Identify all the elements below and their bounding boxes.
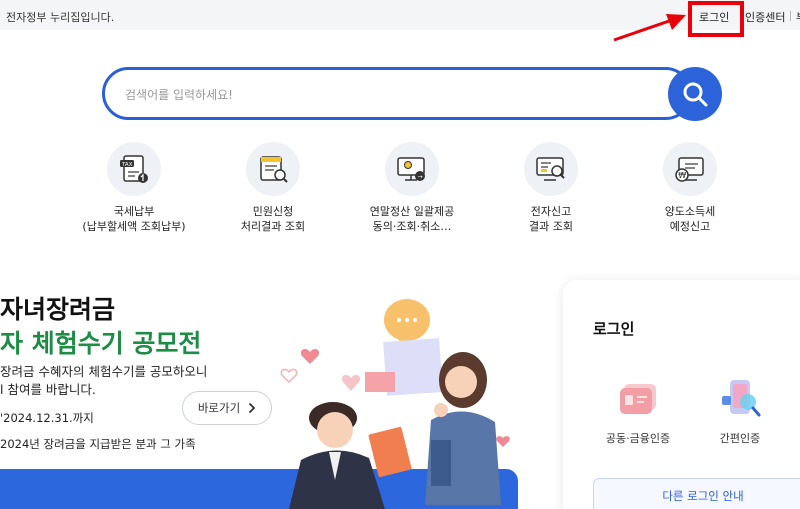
monitor-settlement-icon: → xyxy=(397,157,425,181)
quick-menu-label: 양도소득세 xyxy=(664,205,716,218)
search-box xyxy=(102,67,692,120)
quick-menu-label: 국세납부 xyxy=(113,205,155,218)
login-option-joint-certificate[interactable]: 공동·금융인증 xyxy=(583,378,693,446)
top-cert-center-link[interactable]: 인증센터 xyxy=(745,9,785,25)
quick-menu-tax-payment[interactable]: TAX 국세납부 (납부할세액 조회납부) xyxy=(74,142,194,234)
login-card: 로그인 공동·금융인증 간편인증 다른 로그인 안내 xyxy=(563,280,800,509)
quick-menu-sublabel: (납부할세액 조회납부) xyxy=(82,220,186,233)
quick-menu-label: 연말정산 일괄제공 xyxy=(369,205,455,218)
banner-deadline: '2024.12.31.까지 xyxy=(0,411,94,425)
annotation-arrow-icon xyxy=(613,14,686,42)
gov-banner-text: 전자정부 누리집입니다. xyxy=(6,11,115,24)
quick-menu-year-end-settlement[interactable]: → 연말정산 일괄제공 동의·조회·취소… xyxy=(352,142,472,234)
annotation-highlight-box xyxy=(688,1,744,37)
banner-subtitle: 자 체험수기 공모전 xyxy=(0,329,202,358)
tax-document-icon: TAX xyxy=(120,155,148,183)
svg-text:₩: ₩ xyxy=(678,171,686,180)
other-login-guide-button[interactable]: 다른 로그인 안내 xyxy=(593,478,800,509)
banner-goto-label: 바로가기 xyxy=(197,401,241,415)
quick-menu-capital-gains-tax[interactable]: ₩ 양도소득세 예정신고 xyxy=(630,142,750,234)
banner-description: 장려금 수혜자의 체험수기를 공모하오니 xyxy=(0,364,208,379)
banner-illustration xyxy=(280,299,510,509)
search-input[interactable] xyxy=(125,84,645,106)
banner-description-2: l 참여를 바랍니다. xyxy=(0,382,96,397)
top-menu-more-link[interactable]: 부 xyxy=(796,9,800,25)
heart-icon xyxy=(341,375,361,391)
svg-text:TAX: TAX xyxy=(121,162,133,168)
quick-menu-label: 전자신고 xyxy=(530,205,572,218)
banner-title: 자녀장려금 xyxy=(0,295,116,324)
banner-target: 2024년 장려금을 지급받은 분과 그 가족 xyxy=(0,437,196,451)
chevron-right-icon xyxy=(249,402,256,414)
quick-menu-sublabel: 결과 조회 xyxy=(529,220,573,233)
top-menu-divider xyxy=(790,11,791,21)
heart-icon xyxy=(280,368,298,384)
quick-menu-sublabel: 동의·조회·취소… xyxy=(372,220,452,233)
report-search-icon xyxy=(536,157,565,181)
quick-menu-e-filing-result[interactable]: 전자신고 결과 조회 xyxy=(491,142,611,234)
quick-menu-sublabel: 예정신고 xyxy=(669,220,711,233)
svg-text:→: → xyxy=(418,174,423,181)
certificate-search-icon xyxy=(260,156,288,183)
heart-icon xyxy=(300,349,320,364)
login-option-label: 공동·금융인증 xyxy=(605,432,671,445)
certificate-card-icon xyxy=(620,384,656,414)
quick-menu-sublabel: 처리결과 조회 xyxy=(240,220,306,233)
monitor-won-icon: ₩ xyxy=(675,157,704,182)
login-card-title: 로그인 xyxy=(593,320,635,338)
banner-goto-button[interactable]: 바로가기 xyxy=(182,391,272,425)
search-button[interactable] xyxy=(668,67,722,121)
quick-menu-label: 민원신청 xyxy=(252,205,294,218)
quick-menu-civil-petition[interactable]: 민원신청 처리결과 조회 xyxy=(213,142,333,234)
phone-search-icon xyxy=(722,380,761,417)
login-option-simple-auth[interactable]: 간편인증 xyxy=(685,378,795,446)
search-icon xyxy=(683,82,708,107)
heart-icon xyxy=(496,436,510,447)
login-option-label: 간편인증 xyxy=(719,432,761,445)
